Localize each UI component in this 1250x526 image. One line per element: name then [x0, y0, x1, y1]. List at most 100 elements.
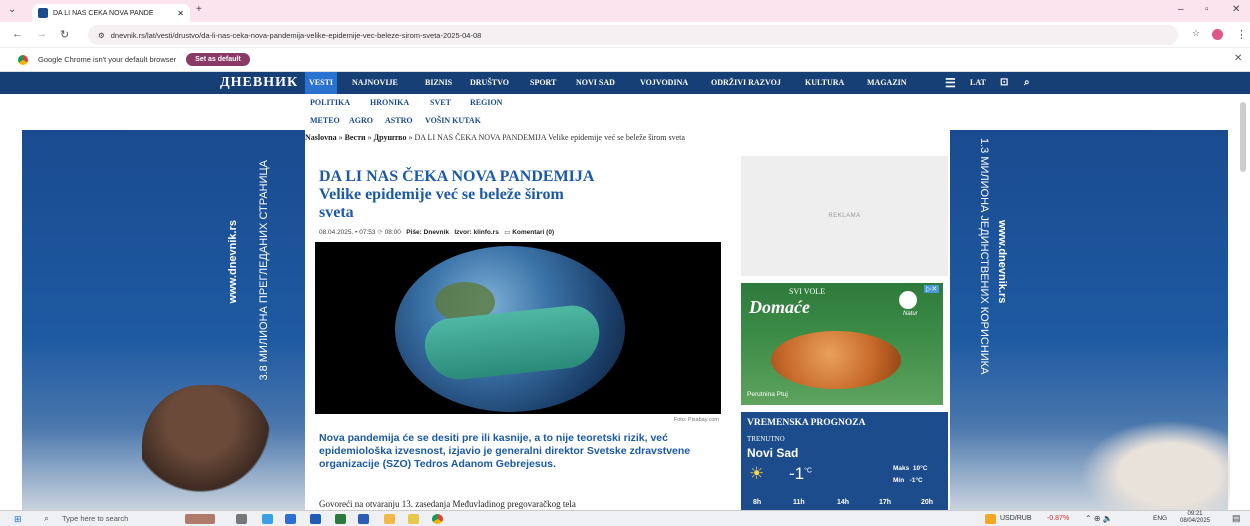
back-icon[interactable]: ←	[12, 28, 23, 40]
bookmark-icon[interactable]: ⊡	[1000, 72, 1008, 94]
subnav-vosin-kutak[interactable]: VOŠIN KUTAK	[425, 116, 481, 125]
article-title-line: DA LI NAS ČEKA NOVA PANDEMIJA	[319, 168, 595, 185]
ticker-icon	[985, 514, 996, 524]
infobar-close-icon[interactable]: ✕	[1234, 53, 1242, 64]
file-explorer-icon[interactable]	[384, 514, 395, 524]
comment-icon: ▭	[504, 229, 511, 236]
subnav-svet[interactable]: SVET	[430, 98, 451, 107]
address-bar[interactable]: ⚙ dnevnik.rs/lat/vesti/drustvo/da-li-nas…	[88, 25, 1178, 45]
weather-max: Maks 10°C	[893, 465, 927, 472]
weather-min: Min -1°C	[893, 477, 923, 484]
nav-item-kultura[interactable]: KULTURA	[805, 72, 844, 94]
word-icon[interactable]	[358, 514, 369, 524]
site-logo[interactable]: ДНЕВНИК	[220, 75, 298, 91]
weather-title: VREMENSKA PROGNOZA	[747, 418, 866, 428]
nav-item-vojvodina[interactable]: VOJVODINA	[640, 72, 688, 94]
taskbar-search-icon[interactable]: ⌕	[44, 513, 49, 524]
subnav-meteo[interactable]: METEO	[310, 116, 340, 125]
nav-item-drustvo[interactable]: DRUŠTVO	[470, 72, 509, 94]
subnav-astro[interactable]: ASTRO	[385, 116, 413, 125]
article-photo[interactable]	[315, 242, 721, 414]
ticker-symbol[interactable]: USD/RUB	[1000, 515, 1032, 522]
infobar-text: Google Chrome isn't your default browser	[38, 55, 177, 64]
breadcrumb-home[interactable]: Naslovna	[305, 133, 337, 142]
browser-tab[interactable]: DA LI NAS ČEKA NOVA PANDE ✕	[32, 4, 190, 22]
nav-item-vesti[interactable]: VESTI	[305, 72, 338, 94]
advertisement-domace[interactable]: SVI VOLE Domaće Natur ▷✕ Perutnina Ptuj	[741, 283, 943, 405]
right-skin-banner[interactable]: 1.3 МИЛИОНА ЈЕДИНСТВЕНИХ КОРИСНИКА www.d…	[950, 130, 1230, 510]
scrollbar[interactable]	[1240, 102, 1246, 172]
right-banner-url: www.dnevnik.rs	[996, 220, 1008, 304]
site-info-icon[interactable]: ⚙	[98, 31, 105, 40]
hour-label: 11h	[793, 499, 805, 506]
task-view-icon[interactable]	[236, 514, 247, 524]
windows-start-icon[interactable]: ⊞	[14, 514, 22, 525]
language-toggle[interactable]: LAT	[970, 72, 986, 94]
store-icon[interactable]	[335, 514, 346, 524]
nav-item-novi-sad[interactable]: NOVI SAD	[576, 72, 615, 94]
subnav-politika[interactable]: POLITIKA	[310, 98, 350, 107]
bookmark-star-icon[interactable]: ☆	[1192, 28, 1200, 39]
ad-close-icon[interactable]: ▷✕	[924, 285, 940, 293]
weather-temp-unit: °C	[804, 467, 812, 475]
nav-item-najnovije[interactable]: NAJNOVIJE	[352, 72, 398, 94]
minimize-icon[interactable]: –	[1178, 4, 1184, 15]
nav-item-odrzivi-razvoj[interactable]: ODRŽIVI RAZVOJ	[711, 72, 781, 94]
language-indicator[interactable]: ENG	[1153, 515, 1167, 522]
left-banner-stat: 3.8 МИЛИОНА ПРЕГЛЕДАНИХ СТРАНИЦА	[258, 160, 270, 381]
hour-label: 20h	[921, 499, 934, 506]
breadcrumb-subsection[interactable]: Друштво	[374, 133, 407, 142]
nav-item-biznis[interactable]: BIZNIS	[425, 72, 452, 94]
hamburger-menu-icon[interactable]: ☰	[945, 72, 956, 94]
set-default-button[interactable]: Set as default	[186, 53, 250, 66]
system-tray-icons[interactable]: ⌃ ⊕ 🔈	[1085, 514, 1113, 523]
weather-widget[interactable]: VREMENSKA PROGNOZA TRENUTNO Novi Sad ☀ -…	[741, 412, 948, 510]
breadcrumb-separator: »	[367, 133, 372, 142]
toolbar: ← → ↻ ⚙ dnevnik.rs/lat/vesti/drustvo/da-…	[0, 22, 1250, 48]
weather-temp-value: -1	[789, 464, 805, 483]
ad-brand-sub: Natur	[903, 311, 918, 317]
subnav-agro[interactable]: AGRO	[349, 116, 373, 125]
app-icon-2[interactable]	[408, 514, 419, 524]
breadcrumb-separator: »	[408, 133, 413, 142]
weather-city: Novi Sad	[747, 446, 799, 460]
breadcrumb-section[interactable]: Вести	[345, 133, 366, 142]
subnav-region[interactable]: REGION	[470, 98, 502, 107]
menu-icon[interactable]: ⋮	[1236, 28, 1247, 41]
taskbar-search-input[interactable]: Type here to search	[62, 514, 128, 523]
article: DA LI NAS ČEKA NOVA PANDEMIJA Velike epi…	[305, 150, 735, 510]
tab-close-icon[interactable]: ✕	[177, 9, 184, 18]
restore-icon[interactable]: ▫	[1205, 4, 1209, 15]
notifications-icon[interactable]: ▤	[1232, 513, 1241, 524]
comments-link[interactable]: Komentari (0)	[512, 229, 554, 236]
new-tab-icon[interactable]: +	[196, 4, 202, 15]
subnav-hronika[interactable]: HRONIKA	[370, 98, 409, 107]
search-icon[interactable]: ⌕	[1024, 72, 1030, 94]
clock-date: 08/04/2025	[1180, 518, 1211, 524]
article-lead: Nova pandemija će se desiti pre ili kasn…	[319, 432, 691, 470]
weather-min-value: -1°C	[909, 477, 923, 484]
photo-credit: Foto: Pixabay.com	[673, 417, 719, 423]
taskbar-animal-widget-icon[interactable]	[185, 514, 215, 524]
article-title-line: Velike epidemije već se beleže širom	[319, 186, 564, 203]
nav-item-magazin[interactable]: MAGAZIN	[867, 72, 907, 94]
banner-bed-image	[1080, 420, 1230, 510]
article-source[interactable]: klinfo.rs	[474, 229, 499, 236]
weather-max-value: 10°C	[912, 465, 928, 472]
nav-item-sport[interactable]: SPORT	[530, 72, 556, 94]
forward-icon[interactable]: →	[36, 28, 47, 40]
web-page: ДНЕВНИК VESTI NAJNOVIJE BIZNIS DRUŠTVO S…	[0, 72, 1250, 510]
edge-icon[interactable]	[262, 514, 273, 524]
article-meta: 08.04.2025. • 07:53 ⟳ 08:00 Piše: Dnevni…	[319, 229, 555, 236]
reload-icon[interactable]: ↻	[60, 28, 69, 41]
ad-placeholder[interactable]: REKLAMA	[741, 156, 948, 276]
app-icon[interactable]	[310, 514, 321, 524]
tab-search-icon[interactable]: ⌄	[8, 4, 16, 15]
close-window-icon[interactable]: ✕	[1232, 4, 1240, 15]
article-author[interactable]: Dnevnik	[424, 229, 449, 236]
edge-browser-icon[interactable]	[285, 514, 296, 524]
chrome-taskbar-icon[interactable]	[432, 514, 443, 524]
profile-avatar[interactable]	[1212, 29, 1223, 40]
clock[interactable]: 09:21 08/04/2025	[1180, 511, 1210, 525]
left-skin-banner[interactable]: www.dnevnik.rs 3.8 МИЛИОНА ПРЕГЛЕДАНИХ С…	[22, 130, 305, 510]
